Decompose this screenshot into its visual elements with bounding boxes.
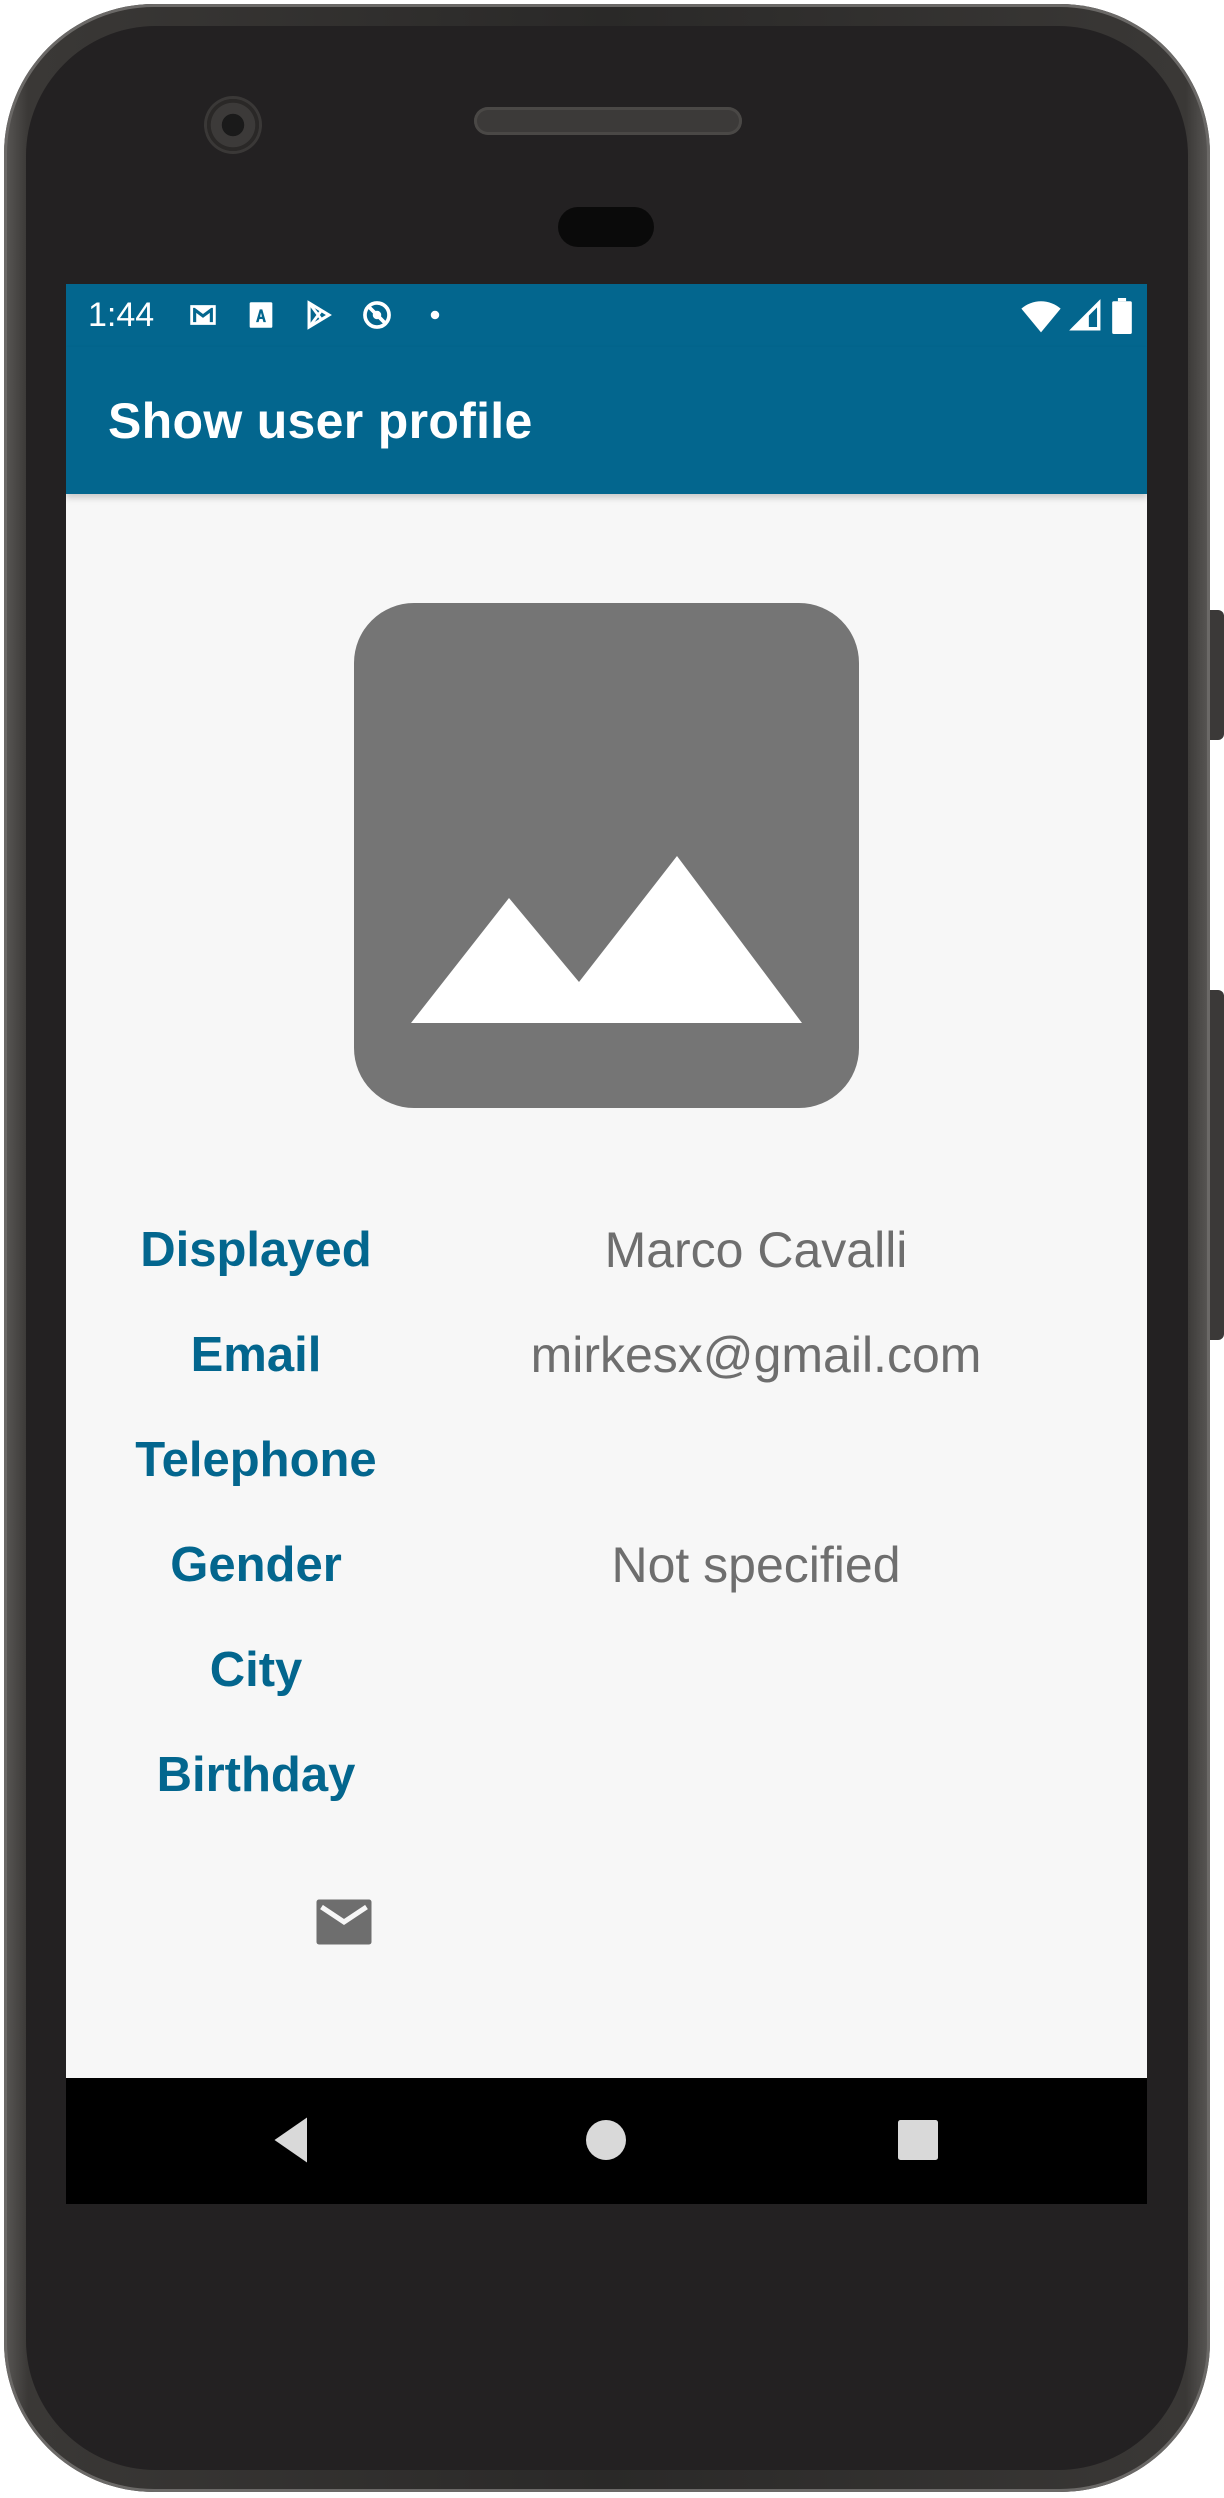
field-label: Telephone	[135, 1433, 377, 1487]
field-telephone: Telephone	[66, 1420, 1147, 1500]
app-bar: Show user profile	[66, 347, 1147, 494]
status-time: 1:44	[88, 296, 155, 334]
field-label: Gender	[170, 1538, 342, 1592]
play-store-icon	[302, 298, 336, 332]
font-download-icon	[244, 298, 278, 332]
page-title: Show user profile	[108, 393, 533, 449]
battery-icon	[1111, 298, 1133, 339]
volume-button	[1210, 990, 1224, 1340]
no-sync-icon	[360, 298, 394, 332]
field-city: City	[66, 1630, 1147, 1710]
front-camera	[207, 99, 259, 151]
field-label: Displayed	[140, 1223, 372, 1277]
field-value: Not specified	[611, 1537, 901, 1593]
field-value: mirkesx@gmail.com	[530, 1327, 982, 1383]
field-gender: Gender Not specified	[66, 1525, 1147, 1605]
field-displayed: Displayed Marco Cavalli	[66, 1210, 1147, 1290]
field-label: Email	[190, 1328, 322, 1382]
field-email: Email mirkesx@gmail.com	[66, 1315, 1147, 1395]
mail-icon	[316, 1899, 372, 1945]
status-system-icons	[1021, 298, 1133, 339]
profile-avatar[interactable]	[354, 603, 859, 1108]
gmail-icon	[186, 298, 220, 332]
image-placeholder-icon	[411, 856, 802, 1023]
screen: 1:44 Show user profile Displayed Marco C…	[66, 284, 1147, 2204]
home-button[interactable]	[576, 2110, 636, 2170]
cellular-signal-icon	[1069, 298, 1103, 339]
wifi-icon	[1021, 298, 1061, 339]
dot-icon	[418, 298, 452, 332]
send-email-button[interactable]	[314, 1896, 374, 1948]
earpiece-speaker	[474, 107, 742, 135]
recents-button[interactable]	[888, 2110, 948, 2170]
recents-icon	[898, 2120, 938, 2160]
status-notification-icons	[186, 298, 452, 332]
status-bar: 1:44	[66, 284, 1147, 347]
field-birthday: Birthday	[66, 1735, 1147, 1815]
field-value: Marco Cavalli	[604, 1222, 908, 1278]
back-button[interactable]	[262, 2110, 322, 2170]
system-navigation-bar	[66, 2078, 1147, 2204]
field-label: Birthday	[156, 1748, 356, 1802]
back-icon	[274, 2117, 307, 2163]
field-label: City	[209, 1643, 303, 1697]
home-icon	[586, 2120, 626, 2160]
proximity-sensor	[558, 207, 654, 247]
power-button	[1210, 610, 1224, 740]
phone-device: 1:44 Show user profile Displayed Marco C…	[0, 0, 1224, 2498]
